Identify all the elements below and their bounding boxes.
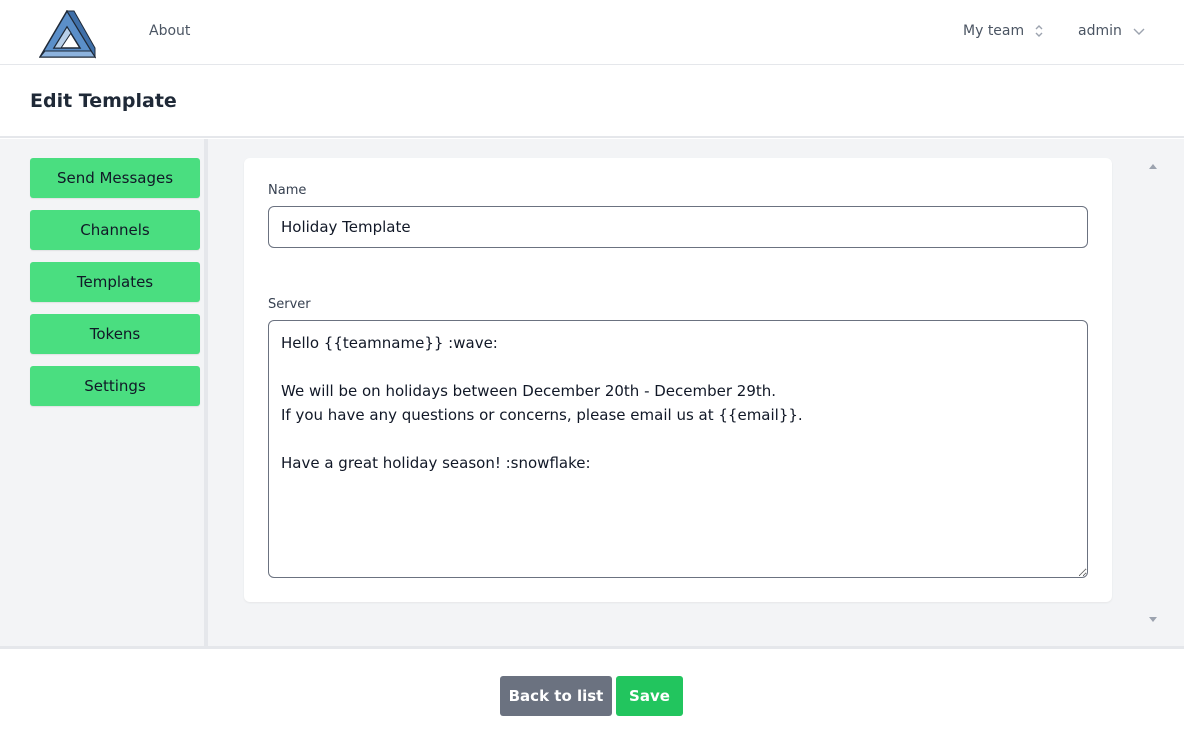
chevron-up-down-icon [1035,25,1043,37]
nav-about-link[interactable]: About [149,23,190,39]
template-form-card: Name Server Hello {{teamname}} :wave: We… [244,158,1112,602]
page-title: Edit Template [30,90,177,112]
sidebar: Send Messages Channels Templates Tokens … [0,139,208,646]
footer-actions: Back to list Save [0,646,1184,752]
scroll-up-arrow-icon[interactable] [1149,164,1157,169]
chevron-down-icon [1133,28,1145,35]
server-field-label: Server [268,297,311,312]
logo[interactable] [38,9,97,59]
user-menu[interactable]: admin [1078,23,1146,39]
main-content: Name Server Hello {{teamname}} :wave: We… [212,139,1162,646]
workspace: Send Messages Channels Templates Tokens … [0,139,1184,646]
sidebar-item-send-messages[interactable]: Send Messages [30,158,200,198]
save-button[interactable]: Save [616,676,683,716]
team-selector-label: My team [963,23,1025,39]
impossible-triangle-logo-icon [38,9,97,59]
top-navbar: About My team admin [0,0,1184,65]
server-textarea[interactable]: Hello {{teamname}} :wave: We will be on … [268,320,1088,578]
sidebar-item-templates[interactable]: Templates [30,262,200,302]
team-selector[interactable]: My team [963,23,1044,39]
sidebar-item-settings[interactable]: Settings [30,366,200,406]
user-menu-label: admin [1078,23,1122,39]
sidebar-item-tokens[interactable]: Tokens [30,314,200,354]
sidebar-item-channels[interactable]: Channels [30,210,200,250]
back-to-list-button[interactable]: Back to list [500,676,612,716]
name-input[interactable] [268,206,1088,248]
name-field-label: Name [268,183,307,198]
scroll-down-arrow-icon[interactable] [1149,617,1157,622]
scrollbar[interactable] [1144,139,1162,646]
page-header: Edit Template [0,65,1184,138]
